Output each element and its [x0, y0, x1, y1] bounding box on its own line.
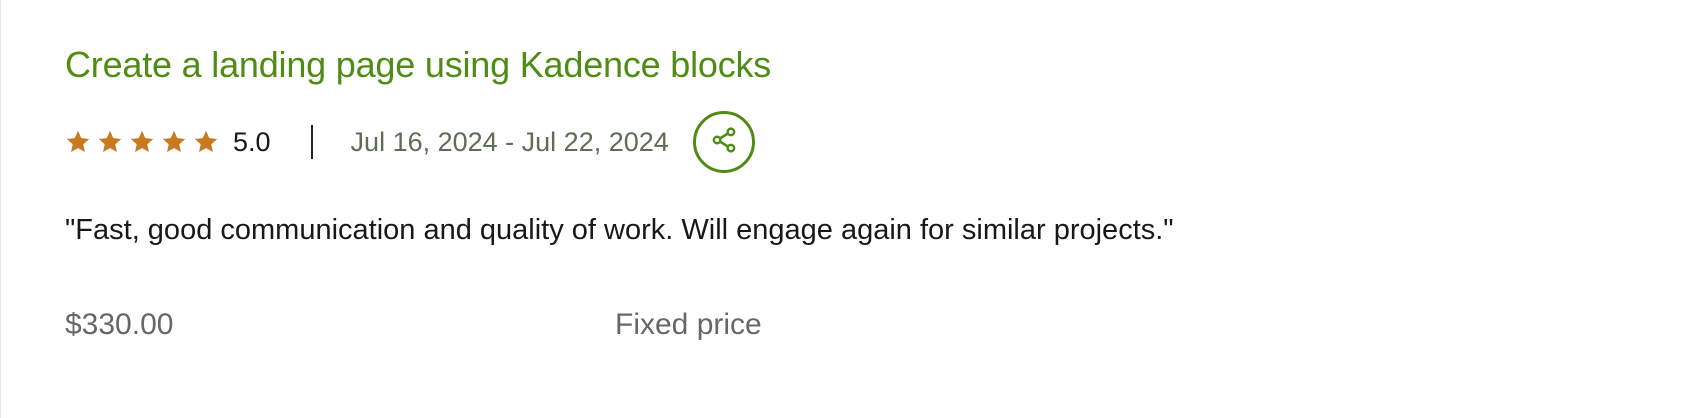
project-title-link[interactable]: Create a landing page using Kadence bloc… — [65, 44, 771, 86]
price-amount: $330.00 — [65, 308, 174, 341]
review-card: Create a landing page using Kadence bloc… — [0, 0, 1698, 418]
share-icon — [709, 125, 739, 160]
star-icon — [65, 129, 91, 155]
star-rating — [65, 129, 219, 155]
review-meta-row: 5.0 Jul 16, 2024 - Jul 22, 2024 — [65, 108, 755, 176]
star-icon — [97, 129, 123, 155]
rating-value: 5.0 — [233, 126, 271, 157]
review-quote: "Fast, good communication and quality of… — [65, 214, 1174, 246]
star-icon — [161, 129, 187, 155]
share-button[interactable] — [692, 111, 755, 173]
star-icon — [193, 129, 219, 155]
meta-divider — [310, 125, 313, 159]
star-icon — [129, 129, 155, 155]
price-type: Fixed price — [615, 308, 762, 341]
date-range: Jul 16, 2024 - Jul 22, 2024 — [350, 126, 669, 157]
